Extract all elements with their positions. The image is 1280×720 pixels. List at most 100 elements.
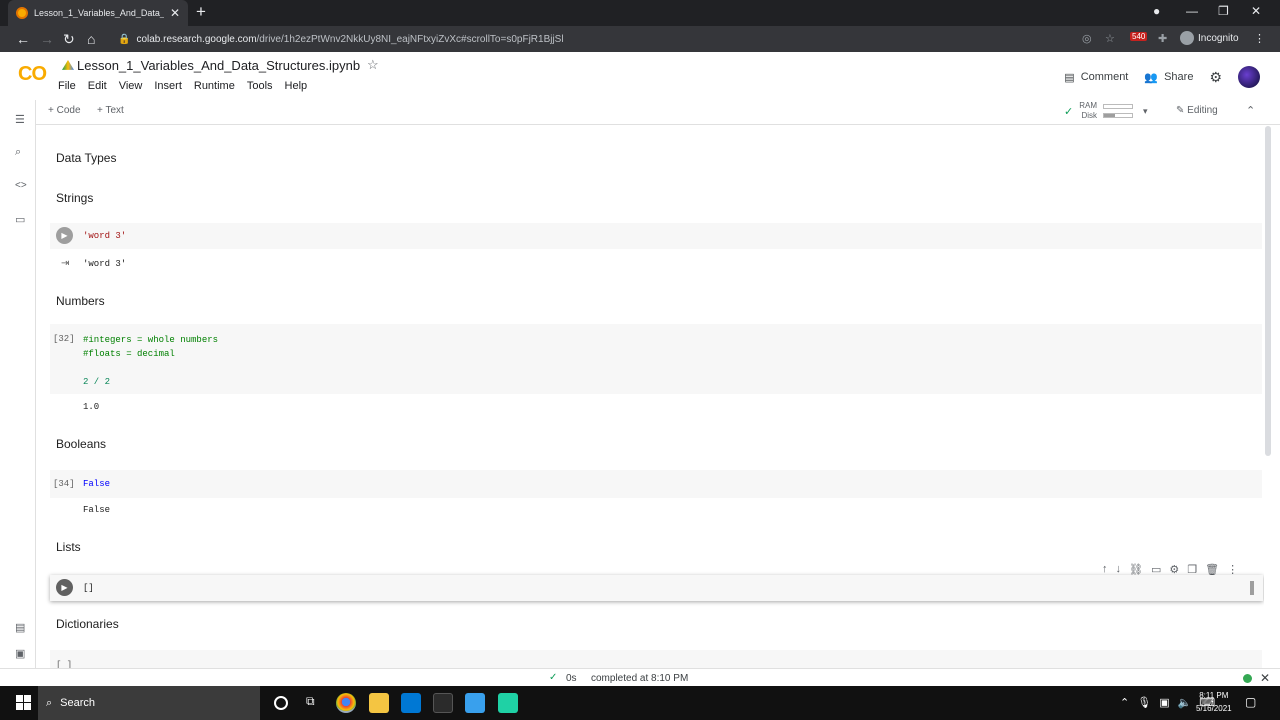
comment-label: Comment [1080, 71, 1129, 83]
files-folder-icon[interactable]: ▭ [15, 213, 25, 226]
bookmark-star-icon[interactable]: ☆ [1105, 32, 1115, 45]
colab-favicon-icon [16, 7, 28, 19]
back-icon[interactable]: ← [16, 31, 30, 47]
window-close-icon[interactable]: ✕ [1251, 4, 1261, 18]
url-path: /drive/1h2ezPtWnv2NkkUy8NI_eajNFtxyiZvXc… [256, 33, 564, 45]
code-cell-strings[interactable]: ▶ 'word 3' [50, 223, 1262, 249]
code-cell-numbers[interactable]: [32] #integers = whole numbers #floats =… [50, 324, 1262, 394]
settings-gear-icon[interactable]: ⚙ [1209, 69, 1222, 86]
menu-view[interactable]: View [119, 80, 143, 92]
browser-tab[interactable]: Lesson_1_Variables_And_Data_St ✕ [8, 0, 188, 26]
url-field[interactable]: 🔒 colab.research.google.com/drive/1h2ezP… [108, 28, 1268, 50]
notebook-toolbar: + Code + Text ✓ RAM Disk ▾ ✎ Editing ⌃ [0, 100, 1280, 125]
success-check-icon: ✓ [549, 672, 558, 683]
menu-edit[interactable]: Edit [88, 80, 107, 92]
home-icon[interactable]: ⌂ [87, 31, 95, 47]
taskbar-clock[interactable]: 8:11 PM 5/16/2021 [1196, 689, 1232, 715]
incognito-indicator[interactable]: Incognito [1180, 31, 1239, 45]
menu-help[interactable]: Help [285, 80, 308, 92]
star-notebook-icon[interactable]: ☆ [367, 57, 379, 73]
taskbar-search-label: Search [60, 697, 96, 709]
heading-booleans: Booleans [56, 437, 107, 451]
code-line[interactable]: [] [83, 581, 94, 595]
status-message: completed at 8:10 PM [591, 673, 689, 684]
output-numbers: 1.0 [83, 402, 100, 412]
mail-app-icon[interactable] [401, 693, 421, 713]
terminal-icon[interactable]: ▣ [15, 647, 25, 660]
resource-dropdown-icon[interactable]: ▾ [1143, 106, 1148, 117]
network-icon[interactable]: ▣ [1159, 696, 1169, 709]
notebook-title[interactable]: Lesson_1_Variables_And_Data_Structures.i… [77, 58, 360, 73]
profile-dropdown-icon[interactable]: ● [1153, 4, 1160, 18]
file-explorer-icon[interactable] [369, 693, 389, 713]
colab-logo[interactable]: CO [18, 63, 47, 86]
minimize-icon[interactable]: — [1186, 4, 1198, 18]
add-code-button[interactable]: + Code [48, 105, 81, 116]
microphone-icon[interactable]: 🎙 [1137, 696, 1151, 709]
code-line: False [83, 479, 111, 489]
tracking-blocked-icon[interactable]: ◎ [1082, 32, 1092, 45]
tray-expand-icon[interactable]: ⌃ [1120, 696, 1129, 709]
connection-status-icon[interactable] [1243, 674, 1252, 683]
comment-button[interactable]: ▤ Comment [1064, 71, 1128, 84]
editing-label: Editing [1187, 105, 1218, 116]
cortana-icon[interactable] [274, 696, 288, 710]
browser-menu-icon[interactable]: ⋮ [1254, 32, 1265, 45]
code-cell-booleans[interactable]: [34] False [50, 470, 1262, 498]
status-close-icon[interactable]: ✕ [1260, 671, 1270, 685]
pencil-icon: ✎ [1176, 105, 1185, 116]
restore-icon[interactable]: ❐ [1218, 4, 1229, 18]
extension-badge[interactable]: 540 [1130, 32, 1148, 41]
clock-time: 8:11 PM [1199, 691, 1229, 700]
output-icon[interactable]: ⇥ [61, 258, 69, 269]
execution-duration: 0s [566, 673, 577, 684]
close-tab-icon[interactable]: ✕ [170, 6, 180, 20]
disk-bar [1103, 113, 1133, 118]
menu-insert[interactable]: Insert [154, 80, 182, 92]
run-cell-button[interactable]: ▶ [56, 579, 73, 596]
ram-label: RAM [1079, 101, 1097, 110]
reload-icon[interactable]: ↻ [63, 31, 75, 48]
connected-check-icon: ✓ [1064, 105, 1074, 118]
code-snippets-icon[interactable]: <> [15, 180, 27, 191]
screen-recorder-app-icon[interactable] [498, 693, 518, 713]
heading-dictionaries: Dictionaries [56, 617, 119, 631]
forward-icon[interactable]: → [40, 31, 54, 47]
status-bar: ✓ 0s completed at 8:10 PM ✕ [0, 668, 1280, 686]
code-line: #integers = whole numbers [83, 335, 219, 345]
resource-monitor[interactable]: ✓ RAM Disk ▾ [1064, 101, 1148, 121]
command-palette-icon[interactable]: ▤ [15, 621, 25, 634]
collapse-header-icon[interactable]: ⌃ [1246, 104, 1255, 117]
notifications-icon[interactable]: ▢ [1245, 695, 1256, 709]
table-of-contents-icon[interactable]: ☰ [15, 113, 25, 126]
menu-bar: File Edit View Insert Runtime Tools Help [58, 80, 307, 92]
menu-tools[interactable]: Tools [247, 80, 273, 92]
windows-start-icon[interactable] [16, 695, 31, 710]
drive-icon [62, 60, 74, 70]
code-cell-lists-active[interactable]: ▶ [] [50, 575, 1263, 601]
menu-file[interactable]: File [58, 80, 76, 92]
notepad-app-icon[interactable] [465, 693, 485, 713]
run-cell-button[interactable]: ▶ [56, 227, 73, 244]
chrome-app-icon[interactable] [336, 693, 356, 713]
taskbar-search[interactable]: ⌕ Search [38, 686, 260, 720]
code-line: 2 / 2 [83, 377, 111, 387]
search-icon[interactable]: ⌕ [15, 146, 21, 159]
share-button[interactable]: 👥 Share [1144, 71, 1193, 84]
cell-scrollbar[interactable] [1250, 581, 1254, 595]
output-booleans: False [83, 505, 111, 515]
pycharm-app-icon[interactable] [433, 693, 453, 713]
heading-numbers: Numbers [56, 294, 105, 308]
volume-icon[interactable]: 🔈 [1178, 696, 1192, 709]
menu-runtime[interactable]: Runtime [194, 80, 235, 92]
heading-strings: Strings [56, 191, 94, 205]
notebook-scrollbar[interactable] [1265, 126, 1271, 456]
task-view-icon[interactable]: ⧉ [306, 694, 315, 709]
new-tab-icon[interactable]: + [196, 2, 206, 22]
clock-date: 5/16/2021 [1196, 704, 1232, 713]
add-text-button[interactable]: + Text [97, 105, 124, 116]
windows-taskbar: ⌕ Search ⧉ ⌃ 🎙 ▣ 🔈 ⌨ 8:11 PM 5/16/2021 ▢ [0, 686, 1280, 720]
extensions-puzzle-icon[interactable]: ✚ [1158, 32, 1167, 45]
avatar[interactable] [1238, 66, 1260, 88]
editing-mode-button[interactable]: ✎ Editing [1176, 105, 1218, 116]
